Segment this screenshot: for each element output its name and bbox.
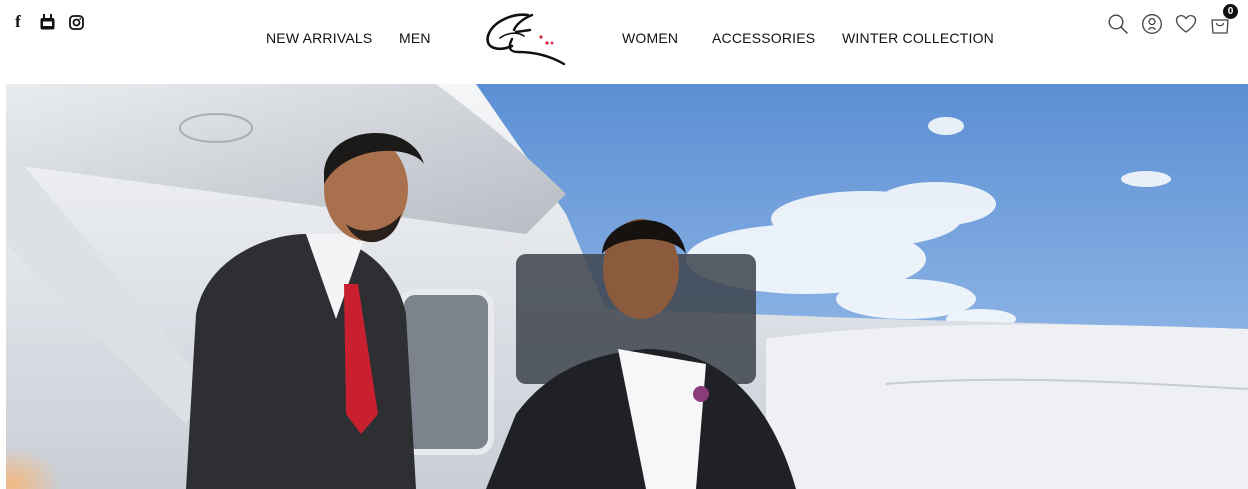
hero-illustration (6, 84, 1248, 489)
nav-men[interactable]: MEN (399, 30, 431, 46)
instagram-icon (68, 14, 84, 30)
heart-icon (1175, 14, 1197, 33)
nav-accessories[interactable]: ACCESSORIES (712, 30, 815, 46)
youtube-link[interactable] (39, 14, 55, 30)
social-links: f (10, 12, 84, 31)
nav-women[interactable]: WOMEN (622, 30, 678, 46)
search-icon (1108, 14, 1128, 34)
facebook-link[interactable]: f (10, 12, 26, 31)
youtube-icon (40, 14, 54, 30)
instagram-link[interactable] (68, 14, 84, 30)
user-account-icon (1142, 14, 1162, 34)
wishlist-button[interactable] (1174, 12, 1198, 36)
header-actions: 0 (1106, 4, 1238, 36)
cart-count-badge: 0 (1223, 4, 1238, 19)
nav-new-arrivals[interactable]: NEW ARRIVALS (266, 30, 372, 46)
cart-button[interactable]: 0 (1208, 4, 1238, 36)
facebook-icon: f (15, 12, 21, 31)
brand-logo-icon[interactable] (478, 8, 570, 70)
search-button[interactable] (1106, 12, 1130, 36)
account-button[interactable] (1140, 12, 1164, 36)
site-header: f NEW ARRIVALS MEN WOMEN ACCESSORIES WIN… (0, 0, 1248, 84)
nav-winter-collection[interactable]: WINTER COLLECTION (842, 30, 994, 46)
hero-banner-image[interactable] (6, 84, 1248, 489)
